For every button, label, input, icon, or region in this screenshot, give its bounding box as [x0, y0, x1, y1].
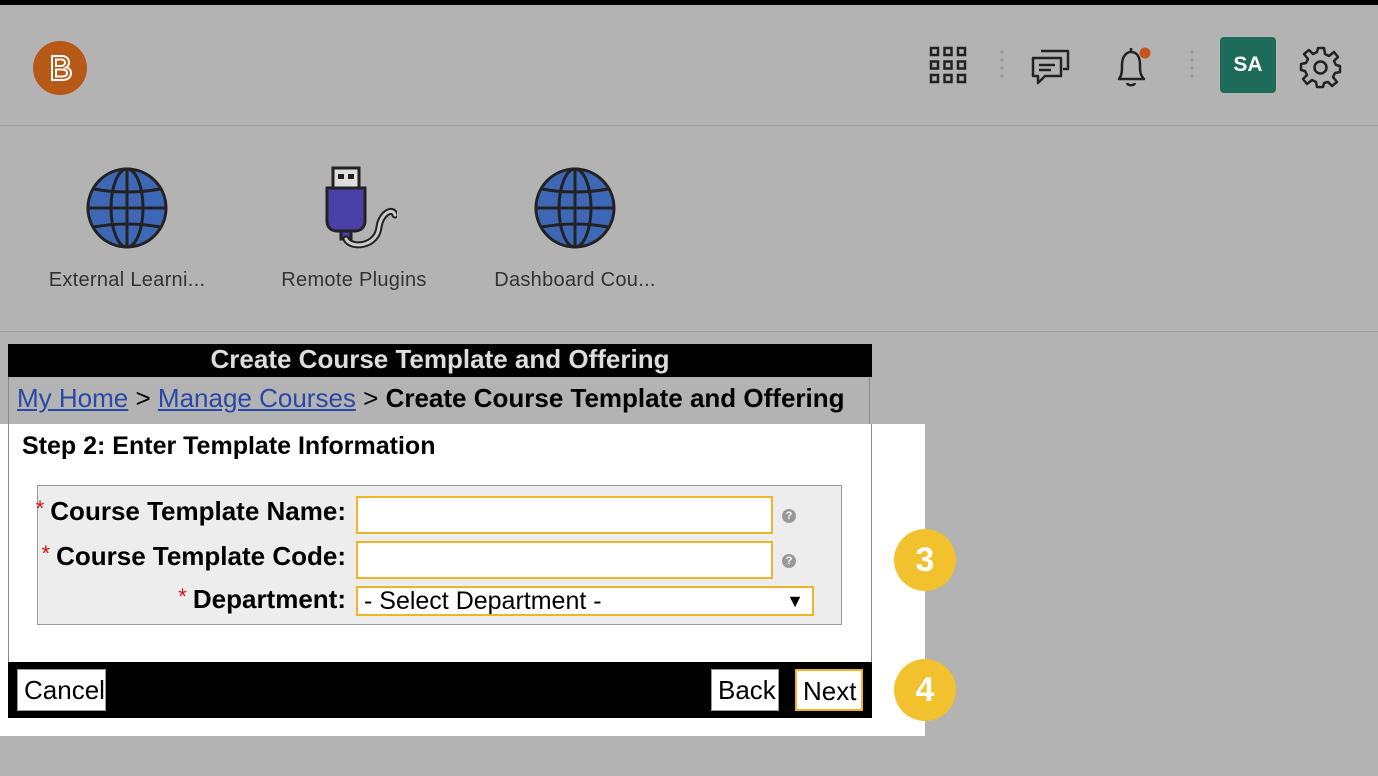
header-separator — [1000, 49, 1004, 83]
label-text: Department: — [192, 584, 346, 614]
label-text: Course Template Code: — [56, 541, 346, 571]
template-name-label: * Course Template Name: — [36, 496, 346, 527]
page-title: Create Course Template and Offering — [8, 344, 872, 377]
tile-external-learning[interactable]: External Learni... — [27, 165, 227, 292]
course-template-code-input[interactable] — [356, 541, 773, 579]
usb-plug-icon — [311, 165, 399, 251]
top-navbar: SA — [0, 5, 1378, 125]
template-code-label: * Course Template Code: — [42, 541, 346, 572]
gear-icon[interactable] — [1298, 44, 1344, 90]
header-divider — [0, 125, 1378, 126]
chat-icon[interactable] — [1028, 43, 1074, 89]
step-callout-badge: 4 — [894, 659, 956, 721]
bell-icon[interactable] — [1110, 43, 1156, 91]
breadcrumb-current: Create Course Template and Offering — [385, 383, 845, 413]
breadcrumb-separator: > — [135, 383, 151, 413]
department-label: * Department: — [178, 584, 346, 615]
tile-remote-plugins[interactable]: Remote Plugins — [254, 165, 454, 292]
logo-b-icon — [51, 55, 73, 81]
apps-grid-icon[interactable] — [928, 45, 968, 85]
department-selected-value: - Select Department - — [364, 587, 602, 615]
required-mark: * — [178, 584, 187, 609]
globe-icon — [84, 165, 170, 251]
help-icon[interactable]: ? — [782, 554, 796, 568]
department-select[interactable]: - Select Department - ▼ — [356, 586, 814, 616]
breadcrumb-separator: > — [363, 383, 379, 413]
header-separator — [1190, 49, 1194, 83]
step-callout-badge: 3 — [894, 529, 956, 591]
globe-icon — [532, 165, 618, 251]
tile-label: External Learni... — [48, 269, 206, 291]
tile-label: Remote Plugins — [281, 269, 427, 291]
tile-dashboard-course[interactable]: Dashboard Cou... — [475, 165, 675, 292]
tiles-divider — [0, 331, 1378, 332]
cancel-button[interactable]: Cancel — [17, 669, 106, 711]
breadcrumb-my-home-link[interactable]: My Home — [17, 383, 128, 413]
next-button[interactable]: Next — [795, 669, 863, 711]
dropdown-arrow-icon: ▼ — [786, 591, 804, 611]
tile-label: Dashboard Cou... — [494, 269, 656, 291]
breadcrumb-manage-courses-link[interactable]: Manage Courses — [158, 383, 356, 413]
required-mark: * — [41, 541, 51, 566]
brightspace-logo[interactable] — [33, 41, 87, 95]
notification-dot — [1139, 47, 1151, 59]
breadcrumb: My Home > Manage Courses > Create Course… — [8, 377, 870, 424]
course-template-name-input[interactable] — [356, 496, 773, 534]
user-avatar[interactable]: SA — [1220, 37, 1276, 93]
step-title: Step 2: Enter Template Information — [22, 432, 436, 460]
back-button[interactable]: Back — [711, 669, 779, 711]
required-mark: * — [35, 496, 45, 521]
label-text: Course Template Name: — [50, 496, 346, 526]
help-icon[interactable]: ? — [782, 509, 796, 523]
